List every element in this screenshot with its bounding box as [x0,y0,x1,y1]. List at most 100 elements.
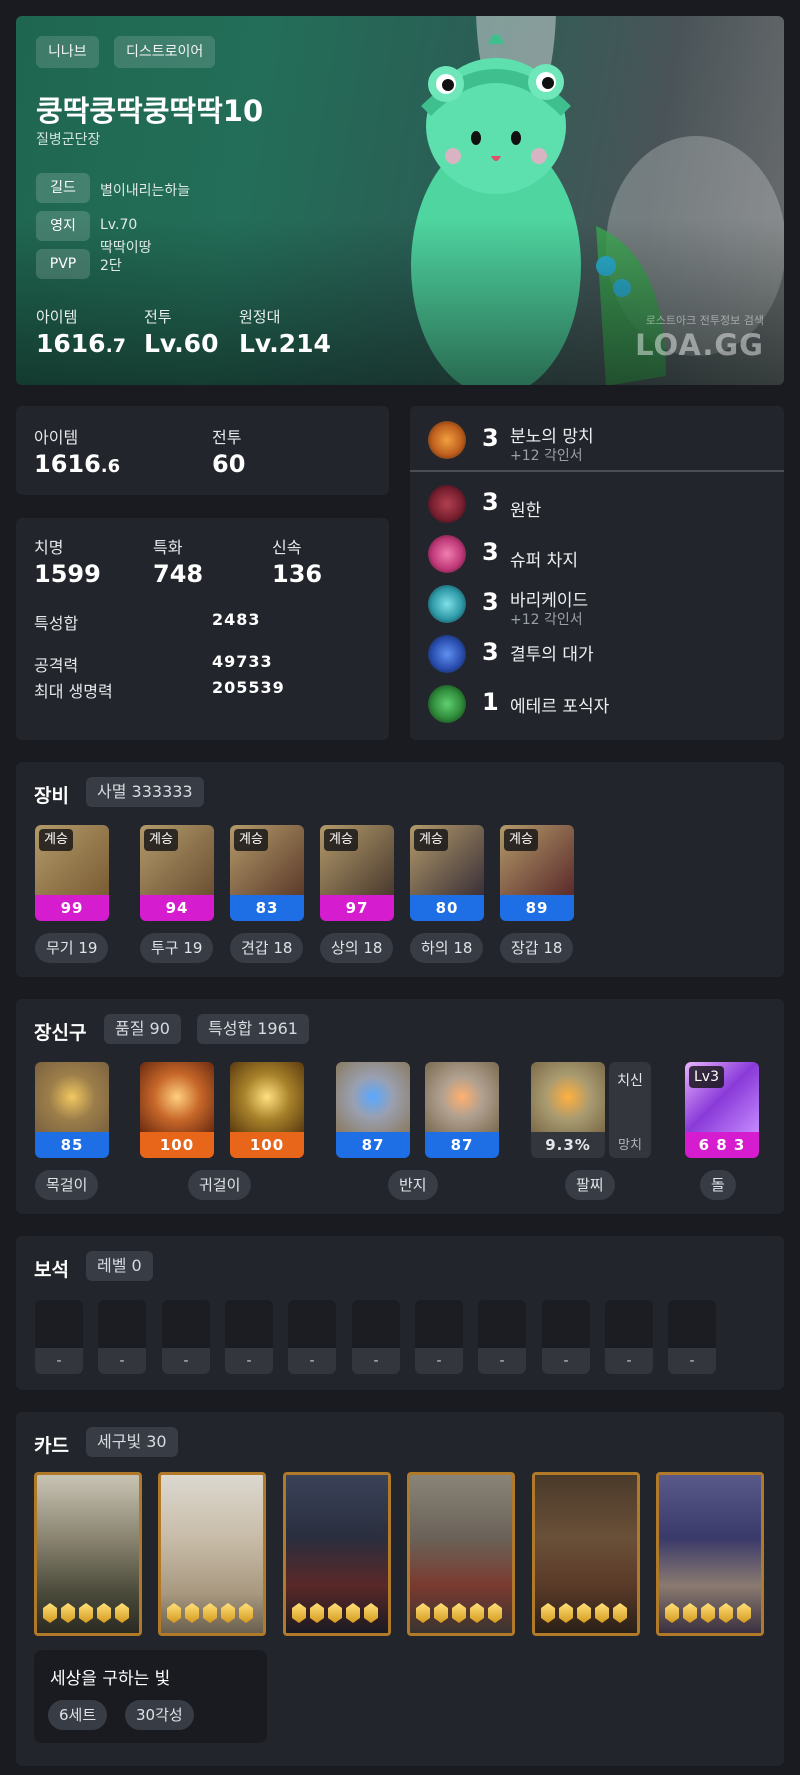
class-badge: 디스트로이어 [114,36,216,68]
weapon-slot[interactable]: 계승 99 [35,825,109,921]
gloves-label: 장갑 18 [500,933,574,963]
spec-label: 특화 [153,538,183,557]
bracelet-slot[interactable]: 9.3% [531,1062,605,1158]
engraving-row[interactable]: 3 원한 [410,478,786,528]
guild-name: 별이내리는하늘 [100,183,191,199]
gem-level: - [668,1348,716,1374]
grudge-icon [428,485,466,523]
engraving-level: 3 [482,424,499,452]
earring-icon [140,1062,214,1132]
super-charge-icon [428,535,466,573]
earring-icon [230,1062,304,1132]
shoulder-label: 견갑 18 [230,933,304,963]
server-badge: 니나브 [36,36,99,68]
ether-icon [428,685,466,723]
ability-stone-slot[interactable]: Lv3 6 8 3 [685,1062,759,1158]
stone-value: 6 8 3 [685,1132,759,1158]
gem-level: - [35,1348,83,1374]
gem-slot[interactable]: - [478,1300,526,1374]
ring-slot-2[interactable]: 87 [425,1062,499,1158]
gem-level: - [98,1348,146,1374]
engraving-row[interactable]: 3 슈퍼 차지 [410,528,786,578]
engraving-row[interactable]: 1 에테르 포식자 [410,678,786,728]
crit-label: 치명 [34,538,64,557]
helmet-label: 투구 19 [140,933,214,963]
earring-slot-1[interactable]: 100 [140,1062,214,1158]
gem-slot[interactable]: - [542,1300,590,1374]
engraving-book: +12 각인서 [510,448,583,464]
item-quality: 85 [35,1132,109,1158]
hero-combat-level: Lv.60 [144,329,219,358]
gem-level-tag: 레벨 0 [86,1251,153,1281]
inherit-badge: 계승 [39,829,73,851]
ring-slot-1[interactable]: 87 [336,1062,410,1158]
bracelet-label: 팔찌 [565,1170,615,1200]
summary-panel: 아이템 1616.6 전투 60 [16,406,389,495]
pants-slot[interactable]: 계승 80 [410,825,484,921]
gem-slot[interactable]: - [225,1300,273,1374]
gem-level: - [352,1348,400,1374]
max-hp-label: 최대 생명력 [34,682,113,701]
engravings-divider [410,470,784,472]
summary-item-level: 1616.6 [34,450,121,478]
estate-name: 딱딱이땅 [100,240,152,256]
character-hero: 니나브 디스트로이어 쿵딱쿵딱쿵딱딱10 질병군단장 길드 별이내리는하늘 영지… [16,16,784,385]
gem-slot[interactable]: - [35,1300,83,1374]
earring-label: 귀걸이 [188,1170,252,1200]
card-slot[interactable] [532,1472,640,1636]
shoulder-slot[interactable]: 계승 83 [230,825,304,921]
hero-expedition-level: Lv.214 [239,329,331,358]
card-awaken-total: 30각성 [125,1700,194,1730]
card-set-name: 세상을 구하는 빛 [50,1669,171,1689]
barricade-icon [428,585,466,623]
hero-item-label: 아이템 [36,308,78,326]
gem-level: - [225,1348,273,1374]
card-slot[interactable] [34,1472,142,1636]
chest-label: 상의 18 [320,933,394,963]
gem-slot[interactable]: - [352,1300,400,1374]
swift-label: 신속 [272,538,302,557]
gem-slot[interactable]: - [288,1300,336,1374]
earring-slot-2[interactable]: 100 [230,1062,304,1158]
gem-level: - [478,1348,526,1374]
gloves-slot[interactable]: 계승 89 [500,825,574,921]
necklace-slot[interactable]: 85 [35,1062,109,1158]
engraving-row[interactable]: 3 결투의 대가 [410,628,786,678]
gem-slot[interactable]: - [605,1300,653,1374]
engraving-name: 원한 [510,501,542,521]
engraving-book: +12 각인서 [510,612,583,628]
stat-sum-label: 특성합 [34,614,79,633]
equipment-set-tag: 사멸 333333 [86,777,204,807]
item-quality: 97 [320,895,394,921]
chest-slot[interactable]: 계승 97 [320,825,394,921]
card-slot[interactable] [407,1472,515,1636]
gem-level: - [162,1348,210,1374]
gem-slot[interactable]: - [162,1300,210,1374]
gem-slot[interactable]: - [668,1300,716,1374]
stat-sum-value: 2483 [212,610,261,629]
weapon-label: 무기 19 [35,933,109,963]
helmet-slot[interactable]: 계승 94 [140,825,214,921]
card-slot[interactable] [283,1472,391,1636]
engraving-row[interactable]: 3 분노의 망치 +12 각인서 [410,414,786,464]
engraving-row[interactable]: 3 바리케이드 +12 각인서 [410,578,786,628]
pvp-chip: PVP [36,249,90,279]
equipment-title: 장비 [34,785,69,807]
summary-combat-level: 60 [212,450,246,478]
inherit-badge: 계승 [504,829,538,851]
guild-chip: 길드 [36,173,90,203]
engraving-name: 결투의 대가 [510,645,594,665]
gem-slot[interactable]: - [98,1300,146,1374]
card-set-count: 6세트 [48,1700,108,1730]
gem-slot[interactable]: - [415,1300,463,1374]
inherit-badge: 계승 [414,829,448,851]
card-slot[interactable] [656,1472,764,1636]
card-slot[interactable] [158,1472,266,1636]
necklace-icon [35,1062,109,1132]
spec-value: 748 [153,560,204,588]
inherit-badge: 계승 [234,829,268,851]
gem-level: - [605,1348,653,1374]
summary-combat-label: 전투 [212,428,242,447]
gem-level: - [542,1348,590,1374]
cards-title: 카드 [34,1435,69,1457]
